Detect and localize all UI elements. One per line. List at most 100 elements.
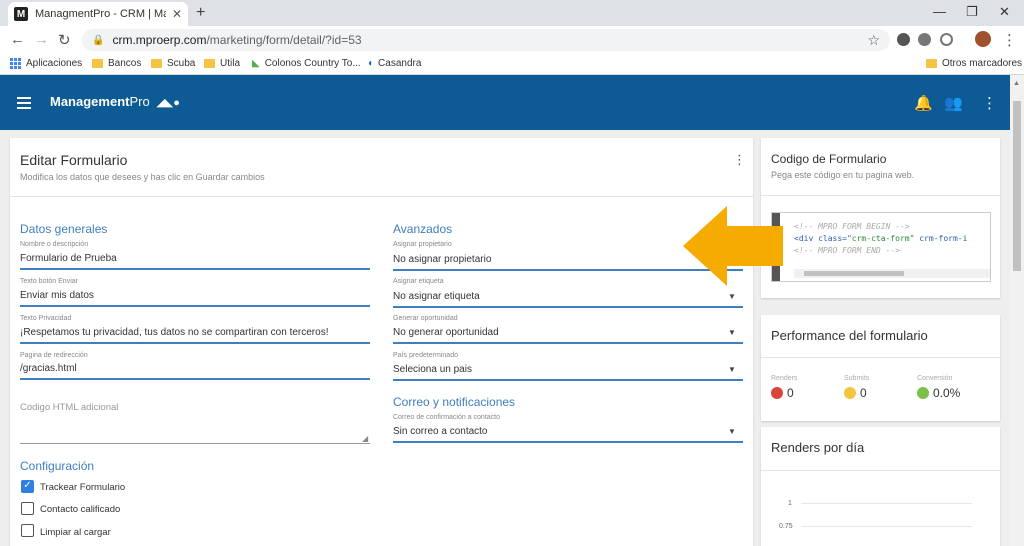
logo-mark-icon: ◢◣● [156,97,180,109]
tag-select[interactable]: No asignar etiqueta [393,291,480,302]
performance-title: Performance del formulario [771,328,928,343]
redirect-field[interactable]: /gracias.html [20,363,77,374]
browser-menu-icon[interactable]: ⋮ [1002,31,1017,49]
field-underline [20,268,370,270]
clear-on-load-checkbox[interactable] [21,524,34,537]
code-scrollbar[interactable] [794,269,990,278]
field-underline [393,342,743,344]
url-bar[interactable]: 🔒 crm.mproerp.com /marketing/form/detail… [82,29,890,51]
smiley-icon [844,387,856,399]
bookmark-star-icon[interactable]: ☆ [867,32,880,49]
chevron-down-icon[interactable]: ▼ [728,292,736,301]
field-underline [20,305,370,307]
bookmark-label: Bancos [108,58,142,69]
section-config-title: Configuración [20,459,95,473]
card-menu-icon[interactable]: ⋮ [733,152,746,168]
extension-icon[interactable] [897,33,910,46]
extension-icon[interactable] [918,33,931,46]
chevron-down-icon[interactable]: ▼ [728,427,736,436]
track-form-checkbox[interactable]: ✓ [21,480,34,493]
bookmark-folder[interactable]: Utila [204,58,240,69]
confirmation-mail-select[interactable]: Sin correo a contacto [393,426,488,437]
other-bookmarks[interactable]: Otros marcadores [926,58,1022,69]
notifications-bell-icon[interactable]: 🔔 [914,94,933,112]
new-tab-icon[interactable]: + [196,4,205,22]
page-subtitle: Modifica los datos que desees y has clic… [20,172,265,182]
tag-label: Asignar etiqueta [393,278,444,285]
opportunity-select[interactable]: No generar oportunidad [393,327,499,338]
folder-icon [204,59,215,68]
lock-icon: 🔒 [92,34,105,46]
owner-select[interactable]: No asignar propietario [393,254,491,265]
browser-tab-strip: M ManagmentPro - CRM | Manage ✕ + — ❐ ✕ [0,0,1024,26]
embed-code-block[interactable]: <!-- MPRO FORM BEGIN --> <div class="crm… [771,212,991,282]
renders-label: Renders [771,375,798,382]
bookmark-link[interactable]: ◖ Casandra [367,58,421,69]
tab-title: ManagmentPro - CRM | Manage [35,8,166,20]
app-favicon-icon: M [14,7,28,21]
submit-text-label: Texto botón Enviar [20,278,78,285]
html-code-textarea[interactable]: Codigo HTML adicional [20,402,118,413]
submits-stat: 0 [844,386,867,400]
gridline [801,503,972,504]
bookmark-label: Colonos Country To... [264,58,361,69]
bookmark-folder[interactable]: Bancos [92,58,141,69]
users-icon[interactable]: 👥 [944,94,963,112]
more-vert-icon[interactable]: ⋮ [982,94,997,112]
bookmark-label: Otros marcadores [942,58,1023,69]
restore-icon[interactable]: ❐ [966,4,978,20]
bookmark-label: Casandra [378,58,422,69]
bookmark-label: Utila [220,58,241,69]
brand-logo[interactable]: ManagementPro ◢◣● [50,94,180,109]
close-window-icon[interactable]: ✕ [999,4,1010,20]
section-advanced-title: Avanzados [393,222,453,236]
name-label: Nombre o descripción [20,241,89,248]
folder-icon [151,59,162,68]
form-code-card: Codigo de Formulario Pega este código en… [761,138,1000,298]
back-icon[interactable]: ← [10,31,25,48]
browser-tab[interactable]: M ManagmentPro - CRM | Manage ✕ [8,2,188,26]
page-scrollbar[interactable]: ▲ [1010,75,1024,546]
field-underline [393,379,743,381]
profile-avatar[interactable] [975,31,991,47]
bookmark-folder[interactable]: Scuba [151,58,195,69]
bookmark-apps[interactable]: Aplicaciones [10,58,82,69]
clear-on-load-label: Limpiar al cargar [40,527,111,538]
country-label: País predeterminado [393,352,458,359]
bookmark-label: Scuba [167,58,196,69]
extension-icon[interactable] [940,33,953,46]
trend-up-icon [917,387,929,399]
menu-icon[interactable] [17,97,31,112]
close-tab-icon[interactable]: ✕ [172,7,182,21]
name-field[interactable]: Formulario de Prueba [20,253,117,264]
country-select[interactable]: Seleciona un pais [393,364,472,375]
renders-chart-title: Renders por día [771,440,865,455]
conversion-stat: 0.0% [917,386,960,400]
privacy-text-label: Texto Privacidad [20,315,72,322]
resize-handle-icon[interactable]: ◢ [362,434,368,443]
chevron-down-icon[interactable]: ▼ [728,328,736,337]
folder-icon [926,59,937,68]
scroll-up-icon[interactable]: ▲ [1013,80,1020,87]
scroll-thumb[interactable] [804,271,904,276]
reload-icon[interactable]: ↻ [58,31,71,49]
bookmark-label: Aplicaciones [26,58,83,69]
scroll-thumb[interactable] [1013,101,1021,271]
globe-icon [771,387,783,399]
renders-chart-card: Renders por día 1 0.75 [761,427,1000,546]
forward-icon[interactable]: → [34,31,49,48]
bookmark-link[interactable]: ◣ Colonos Country To... [252,58,361,69]
qualified-contact-checkbox[interactable] [21,502,34,515]
minimize-icon[interactable]: — [933,4,946,19]
field-underline [20,342,370,344]
submit-text-field[interactable]: Enviar mis datos [20,290,94,301]
bookmarks-bar: Aplicaciones Bancos Scuba Utila ◣ Colono… [0,54,1024,75]
conversion-label: Conversión [917,375,953,382]
folder-icon [92,59,103,68]
address-toolbar: ← → ↻ 🔒 crm.mproerp.com /marketing/form/… [0,26,1024,54]
divider [761,470,1000,471]
divider [761,357,1000,358]
edit-form-card: Editar Formulario Modifica los datos que… [10,138,753,546]
chevron-down-icon[interactable]: ▼ [728,365,736,374]
privacy-text-field[interactable]: ¡Respetamos tu privacidad, tus datos no … [20,327,328,338]
